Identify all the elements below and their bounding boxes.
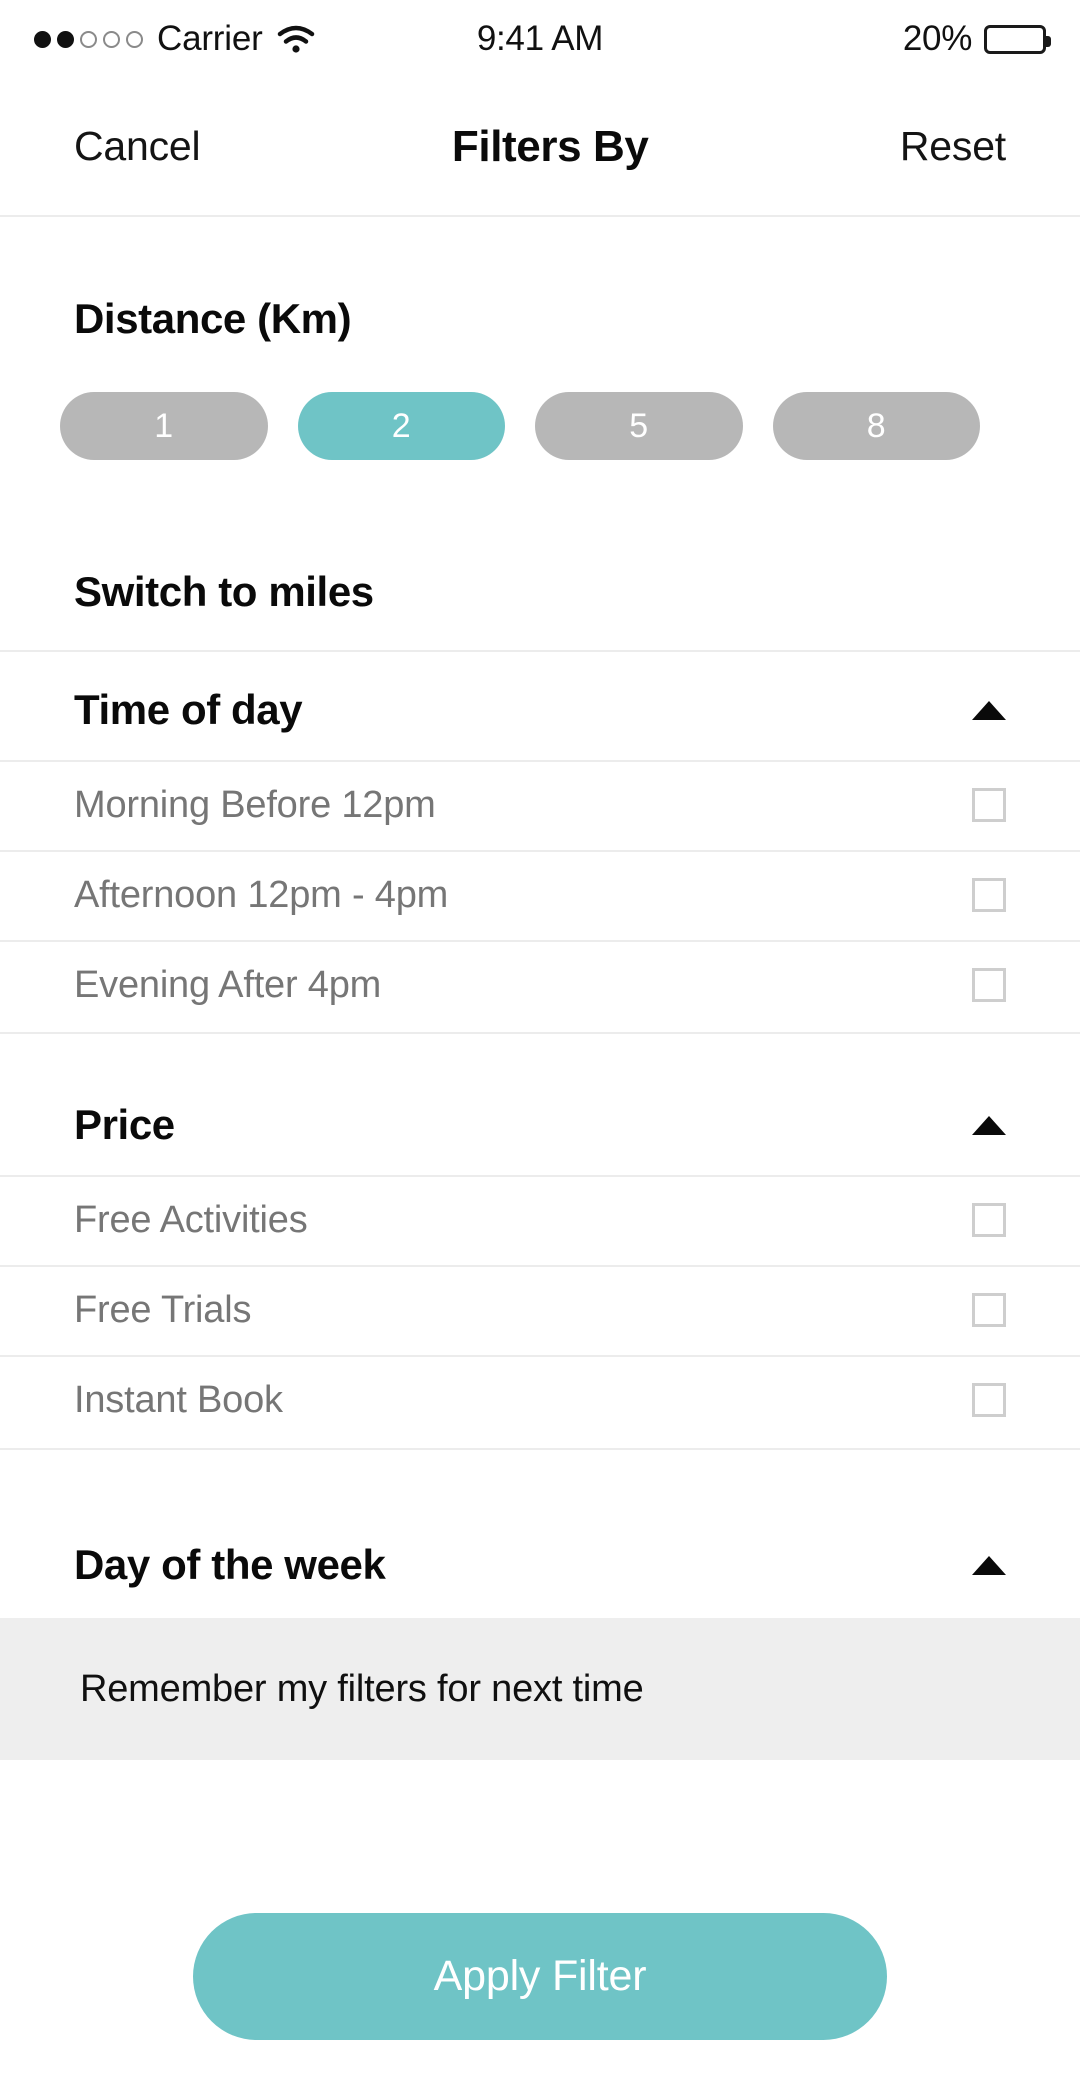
remember-filters-banner[interactable]: Remember my filters for next time (0, 1618, 1080, 1760)
distance-section-title: Distance (Km) (74, 295, 352, 342)
checkbox-instant-book[interactable] (972, 1383, 1006, 1417)
distance-options: 1 2 5 8 (60, 392, 980, 460)
distance-option-1[interactable]: 1 (60, 392, 268, 460)
option-label-evening: Evening After 4pm (74, 963, 382, 1006)
signal-strength-icon (34, 30, 143, 48)
status-bar-center: 9:41 AM (476, 19, 604, 59)
option-label-free-activities: Free Activities (74, 1198, 308, 1241)
option-row-morning[interactable]: Morning Before 12pm (0, 760, 1080, 850)
section-header-price[interactable]: Price (0, 1075, 1080, 1175)
reset-button[interactable]: Reset (900, 123, 1006, 170)
option-row-afternoon[interactable]: Afternoon 12pm - 4pm (0, 850, 1080, 940)
distance-option-8[interactable]: 8 (772, 392, 980, 460)
signal-dot-5 (126, 30, 143, 48)
navbar-divider (0, 215, 1080, 217)
battery-percent-label: 20% (902, 19, 973, 58)
checkbox-afternoon[interactable] (972, 878, 1006, 912)
section-header-time-of-day[interactable]: Time of day (0, 660, 1080, 760)
checkbox-evening[interactable] (972, 968, 1006, 1002)
carrier-label: Carrier (157, 19, 263, 58)
checkbox-morning[interactable] (972, 788, 1006, 822)
section-title-time-of-day: Time of day (74, 686, 303, 733)
navigation-bar: Cancel Filters By Reset (0, 78, 1080, 215)
option-row-evening[interactable]: Evening After 4pm (0, 940, 1080, 1030)
option-label-free-trials: Free Trials (74, 1288, 252, 1331)
distance-section-divider (0, 650, 1080, 652)
caret-up-icon[interactable] (972, 700, 1006, 720)
signal-dot-2 (57, 30, 74, 48)
section-header-day-of-week[interactable]: Day of the week (0, 1515, 1080, 1615)
distance-option-2[interactable]: 2 (297, 392, 505, 460)
distance-option-5[interactable]: 5 (535, 392, 743, 460)
battery-icon (984, 24, 1052, 54)
signal-dot-4 (103, 30, 120, 48)
signal-dot-1 (34, 30, 51, 48)
filters-screen: Carrier 9:41 AM 20% Cancel Filters By Re… (0, 0, 1080, 2100)
remember-filters-label: Remember my filters for next time (80, 1667, 644, 1710)
caret-up-icon[interactable] (972, 1555, 1006, 1575)
option-row-instant-book[interactable]: Instant Book (0, 1355, 1080, 1445)
option-label-afternoon: Afternoon 12pm - 4pm (74, 873, 449, 916)
option-divider-instant-book (0, 1448, 1080, 1450)
status-bar-right: 20% (603, 19, 1052, 59)
checkbox-free-activities[interactable] (972, 1203, 1006, 1237)
page-title: Filters By (451, 121, 649, 171)
caret-up-icon[interactable] (972, 1115, 1006, 1135)
option-row-free-trials[interactable]: Free Trials (0, 1265, 1080, 1355)
apply-filter-button[interactable]: Apply Filter (193, 1913, 887, 2040)
status-bar-left: Carrier (34, 19, 477, 59)
status-bar: Carrier 9:41 AM 20% (0, 0, 1080, 78)
cancel-button[interactable]: Cancel (74, 123, 201, 170)
switch-to-miles-button[interactable]: Switch to miles (74, 568, 374, 616)
option-label-instant-book: Instant Book (74, 1378, 283, 1421)
checkbox-free-trials[interactable] (972, 1293, 1006, 1327)
section-title-price: Price (74, 1101, 175, 1148)
option-divider-evening (0, 1032, 1080, 1034)
signal-dot-3 (80, 30, 97, 48)
option-row-free-activities[interactable]: Free Activities (0, 1175, 1080, 1265)
option-label-morning: Morning Before 12pm (74, 783, 436, 826)
status-bar-clock: 9:41 AM (476, 19, 604, 58)
section-title-day-of-week: Day of the week (74, 1541, 386, 1588)
wifi-icon (277, 25, 315, 53)
